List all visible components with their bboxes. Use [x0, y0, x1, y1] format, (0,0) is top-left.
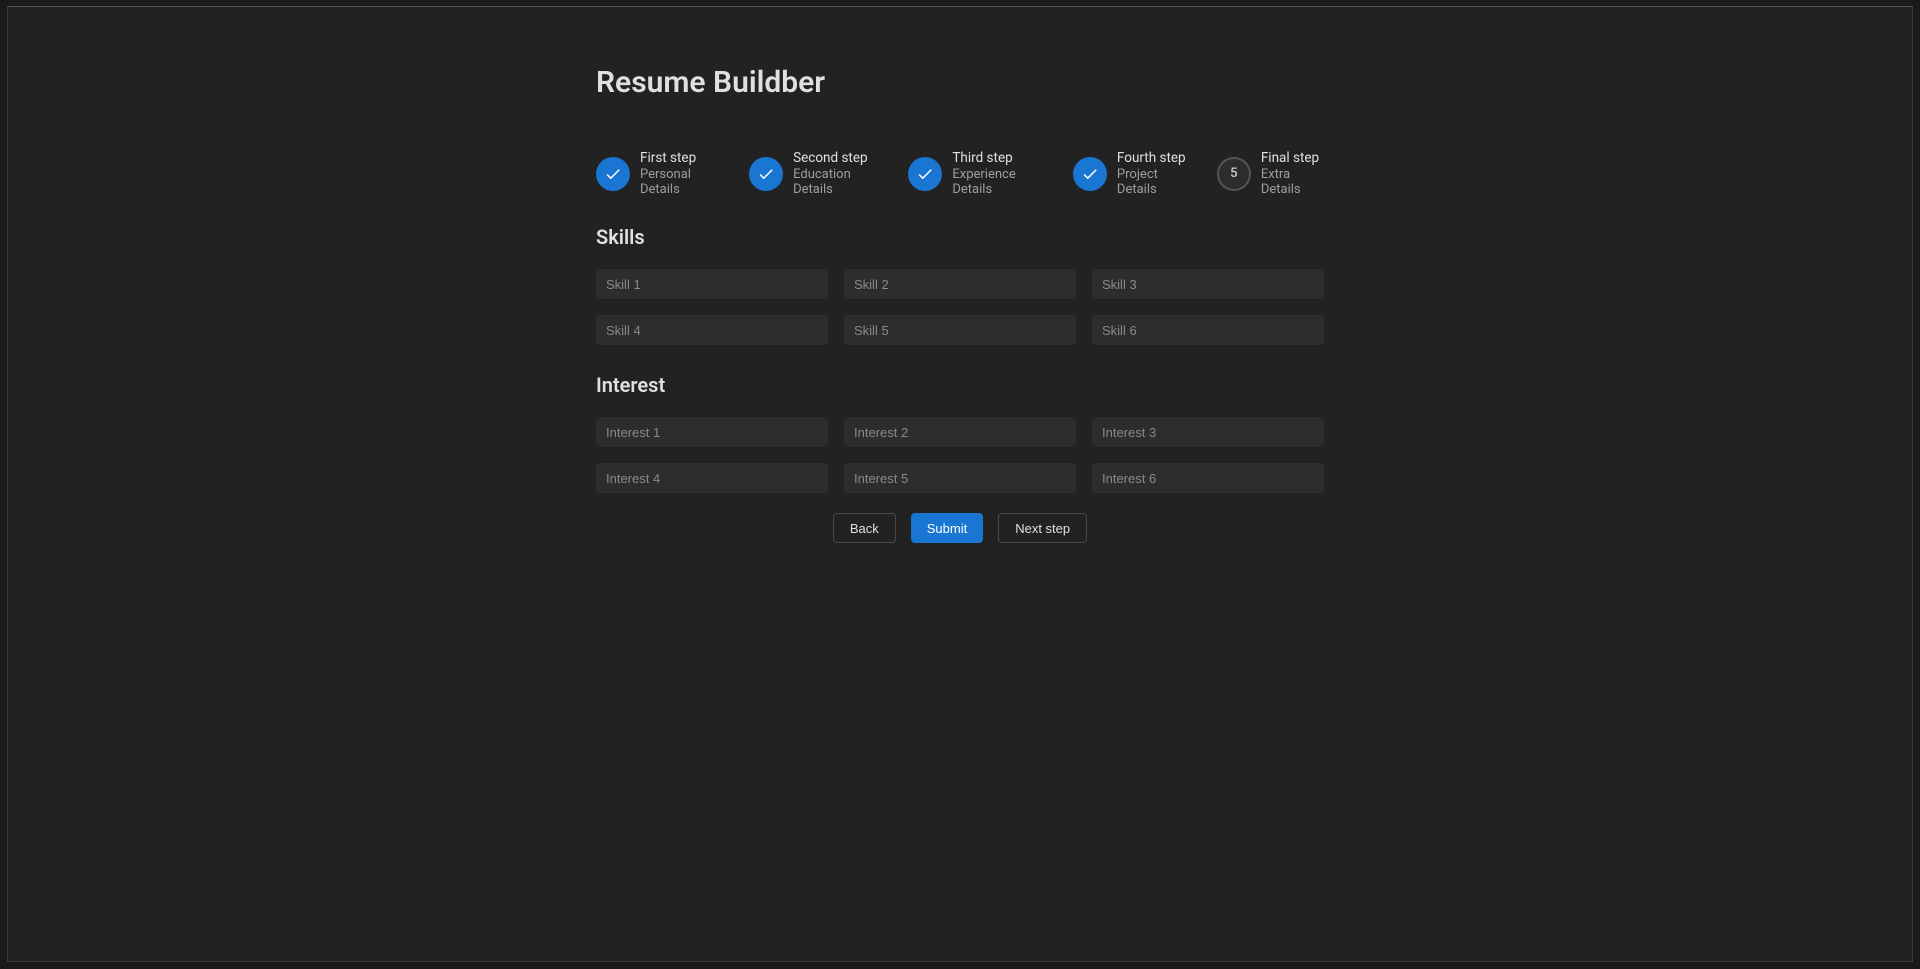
interest-1-input[interactable]: [596, 417, 828, 447]
skills-heading: Skills: [596, 225, 1324, 249]
outer-frame: Resume Buildber First step Personal Deta…: [0, 0, 1920, 969]
interest-5-input[interactable]: [844, 463, 1076, 493]
skills-grid: [596, 269, 1324, 345]
step-1[interactable]: First step Personal Details: [596, 150, 723, 197]
step-title: Fourth step: [1117, 150, 1191, 166]
step-subtitle: Personal Details: [640, 167, 723, 197]
interest-heading: Interest: [596, 373, 1324, 397]
skill-5-input[interactable]: [844, 315, 1076, 345]
interest-6-input[interactable]: [1092, 463, 1324, 493]
interest-3-input[interactable]: [1092, 417, 1324, 447]
back-button[interactable]: Back: [833, 513, 896, 543]
skill-2-input[interactable]: [844, 269, 1076, 299]
skill-6-input[interactable]: [1092, 315, 1324, 345]
check-icon: [1073, 157, 1107, 191]
check-icon: [749, 157, 783, 191]
skill-4-input[interactable]: [596, 315, 828, 345]
step-2[interactable]: Second step Education Details: [749, 150, 882, 197]
stepper: First step Personal Details Second step …: [596, 150, 1324, 197]
step-title: Second step: [793, 150, 882, 166]
step-3[interactable]: Third step Experience Details: [908, 150, 1047, 197]
submit-button[interactable]: Submit: [911, 513, 983, 543]
skill-1-input[interactable]: [596, 269, 828, 299]
next-step-button[interactable]: Next step: [998, 513, 1087, 543]
step-subtitle: Education Details: [793, 167, 882, 197]
interest-grid: [596, 417, 1324, 493]
check-icon: [908, 157, 942, 191]
step-subtitle: Experience Details: [952, 167, 1047, 197]
step-title: Third step: [952, 150, 1047, 166]
step-4[interactable]: Fourth step Project Details: [1073, 150, 1191, 197]
step-subtitle: Extra Details: [1261, 167, 1324, 197]
main-container: Resume Buildber First step Personal Deta…: [596, 7, 1324, 543]
step-number-icon: 5: [1217, 157, 1251, 191]
step-title: First step: [640, 150, 723, 166]
step-subtitle: Project Details: [1117, 167, 1191, 197]
page-title: Resume Buildber: [596, 65, 1324, 100]
interest-2-input[interactable]: [844, 417, 1076, 447]
inner-frame: Resume Buildber First step Personal Deta…: [7, 6, 1913, 962]
step-5[interactable]: 5 Final step Extra Details: [1217, 150, 1324, 197]
step-title: Final step: [1261, 150, 1324, 166]
check-icon: [596, 157, 630, 191]
skill-3-input[interactable]: [1092, 269, 1324, 299]
interest-4-input[interactable]: [596, 463, 828, 493]
button-row: Back Submit Next step: [596, 513, 1324, 543]
